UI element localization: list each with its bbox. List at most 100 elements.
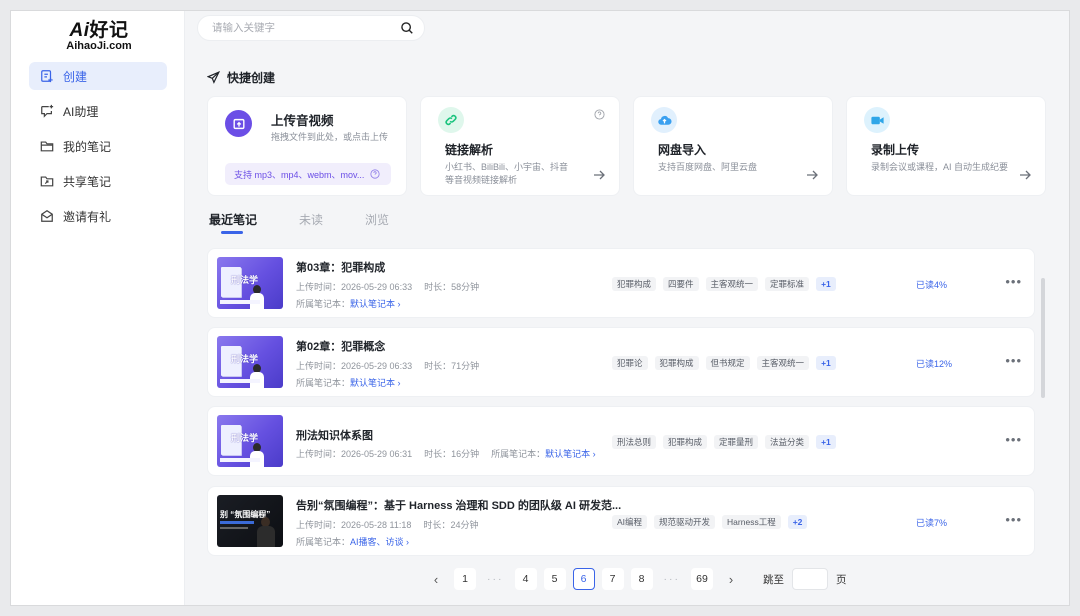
notebook-link[interactable]: 默认笔记本 ›: [350, 299, 401, 309]
read-progress: 已读4%: [916, 280, 948, 290]
tag[interactable]: 定罪标准: [765, 277, 810, 291]
current-page-button[interactable]: 6: [572, 568, 595, 590]
card-title: 录制上传: [871, 143, 920, 157]
sidebar-item-invite[interactable]: 邀请有礼: [29, 202, 167, 230]
help-icon[interactable]: [370, 169, 380, 179]
note-title[interactable]: 第02章：犯罪概念: [296, 338, 385, 354]
page-button[interactable]: 7: [601, 568, 624, 590]
notebook-link[interactable]: 默认笔记本 ›: [545, 449, 596, 459]
tag[interactable]: 主客观统一: [705, 277, 759, 291]
tag[interactable]: AI编程: [612, 515, 648, 529]
more-tags-badge[interactable]: +1: [816, 277, 836, 291]
sidebar: Ai好记 AihaoJi.com 创建 AI助理 我的笔记 共享笔记 邀请有礼: [11, 11, 185, 605]
tag[interactable]: 主客观统一: [756, 356, 810, 370]
page-jump-input[interactable]: [792, 568, 828, 590]
upload-time-label: 上传时间：: [296, 361, 342, 371]
tag[interactable]: 规范驱动开发: [654, 515, 716, 529]
envelope-icon: [40, 209, 54, 223]
note-tags: 刑法总则 犯罪构成 定罪量刑 法益分类 +1: [612, 435, 843, 449]
upload-card-desc: 拖拽文件到此处，或点击上传: [271, 132, 389, 142]
notebook-label: 所属笔记本：: [491, 449, 546, 459]
page-ellipsis[interactable]: ···: [660, 568, 685, 590]
duration: 58分钟: [451, 282, 480, 292]
tag[interactable]: 犯罪构成: [663, 435, 708, 449]
note-tags: 犯罪构成 四要件 主客观统一 定罪标准 +1: [612, 277, 843, 291]
tab-recent-notes[interactable]: 最近笔记: [209, 211, 257, 234]
tag[interactable]: 四要件: [663, 277, 699, 291]
tag[interactable]: 犯罪构成: [654, 356, 699, 370]
notebook-label: 所属笔记本：: [296, 537, 351, 547]
help-icon[interactable]: [594, 107, 605, 120]
duration-label: 时长：: [424, 361, 452, 371]
sidebar-item-ai-assistant[interactable]: AI助理: [29, 97, 167, 125]
netdisk-import-card[interactable]: 网盘导入 支持百度网盘、阿里云盘: [633, 96, 833, 196]
tag[interactable]: 犯罪论: [612, 356, 648, 370]
note-title[interactable]: 第03章：犯罪构成: [296, 259, 385, 275]
page-button[interactable]: 5: [543, 568, 566, 590]
more-options-icon[interactable]: •••: [1005, 353, 1022, 368]
pagination: ‹ 1 ··· 4 5 6 7 8 ··· 69 › 跳至 页: [425, 568, 847, 590]
more-tags-badge[interactable]: +2: [787, 515, 808, 529]
search-icon[interactable]: [400, 21, 414, 35]
tab-unread[interactable]: 未读: [299, 211, 323, 228]
sidebar-item-create[interactable]: 创建: [29, 62, 167, 90]
scrollbar[interactable]: [1041, 278, 1045, 398]
page-ellipsis[interactable]: ···: [483, 568, 508, 590]
more-options-icon[interactable]: •••: [1005, 432, 1022, 447]
more-tags-badge[interactable]: +1: [816, 435, 836, 449]
notebook-label: 所属笔记本：: [296, 378, 351, 388]
note-title[interactable]: 刑法知识体系图: [296, 427, 373, 443]
duration-label: 时长：: [424, 282, 452, 292]
search-input[interactable]: [212, 22, 400, 34]
list-item[interactable]: 刑法学 第02章：犯罪概念 上传时间：2026-05-29 06:33 时长：71…: [207, 327, 1035, 397]
record-upload-card[interactable]: 录制上传 录制会议或课程，AI 自动生成纪要: [846, 96, 1046, 196]
more-options-icon[interactable]: •••: [1005, 512, 1022, 527]
tag[interactable]: 犯罪构成: [612, 277, 657, 291]
prev-page-button[interactable]: ‹: [425, 568, 447, 590]
note-notebook: 所属笔记本：默认笔记本 ›: [296, 297, 401, 310]
note-notebook: 所属笔记本：默认笔记本 ›: [296, 376, 401, 389]
tab-browse[interactable]: 浏览: [365, 211, 389, 228]
create-icon: [40, 69, 54, 83]
tag[interactable]: Harness工程: [722, 515, 781, 529]
tag[interactable]: 刑法总则: [612, 435, 657, 449]
logo[interactable]: Ai好记 AihaoJi.com: [59, 15, 139, 52]
tag[interactable]: 但书规定: [705, 356, 750, 370]
list-item[interactable]: 别 “氛围编程” 告别“氛围编程”：基于 Harness 治理和 SDD 的团队…: [207, 486, 1035, 556]
jump-label: 跳至: [763, 573, 784, 586]
page-button[interactable]: 69: [691, 568, 713, 590]
notebook-link[interactable]: AI播客、访谈 ›: [350, 537, 409, 547]
page-button[interactable]: 1: [454, 568, 476, 590]
note-tags: AI编程 规范驱动开发 Harness工程 +2: [612, 515, 814, 529]
tag[interactable]: 定罪量刑: [714, 435, 759, 449]
supported-formats-text: 支持 mp3、mp4、webm、mov...: [234, 169, 365, 180]
supported-formats: 支持 mp3、mp4、webm、mov...: [225, 163, 391, 185]
sidebar-item-my-notes[interactable]: 我的笔记: [29, 132, 167, 160]
upload-card[interactable]: 上传音视频 拖拽文件到此处，或点击上传 支持 mp3、mp4、webm、mov.…: [207, 96, 407, 196]
upload-card-title: 上传音视频: [271, 114, 334, 128]
cloud-upload-icon: [651, 107, 677, 133]
page-button[interactable]: 4: [514, 568, 537, 590]
link-parse-card[interactable]: 链接解析 小红书、BiliBili、小宇宙、抖音等音视频链接解析: [420, 96, 620, 196]
notes-tabs: 最近笔记 未读 浏览: [209, 211, 431, 234]
duration: 24分钟: [450, 520, 479, 530]
notebook-link[interactable]: 默认笔记本 ›: [350, 378, 401, 388]
read-progress: 已读7%: [916, 518, 948, 528]
note-notebook: 所属笔记本：AI播客、访谈 ›: [296, 535, 409, 548]
upload-time: 2026-05-29 06:33: [341, 282, 413, 292]
logo-name: 好记: [89, 20, 129, 41]
note-title[interactable]: 告别“氛围编程”：基于 Harness 治理和 SDD 的团队级 AI 研发范.…: [296, 497, 621, 513]
more-tags-badge[interactable]: +1: [816, 356, 836, 370]
tag[interactable]: 法益分类: [765, 435, 810, 449]
list-item[interactable]: 刑法学 第03章：犯罪构成 上传时间：2026-05-29 06:33 时长：58…: [207, 248, 1035, 318]
next-page-button[interactable]: ›: [720, 568, 742, 590]
more-options-icon[interactable]: •••: [1005, 274, 1022, 289]
list-item[interactable]: 刑法学 刑法知识体系图 上传时间：2026-05-29 06:31 时长：16分钟…: [207, 406, 1035, 476]
upload-time: 2026-05-29 06:33: [341, 361, 413, 371]
note-thumbnail: 刑法学: [217, 336, 283, 388]
main-content: 快捷创建 上传音视频 拖拽文件到此处，或点击上传 支持 mp3、mp4、webm…: [185, 11, 1069, 605]
sidebar-item-shared-notes[interactable]: 共享笔记: [29, 167, 167, 195]
page-button[interactable]: 8: [630, 568, 653, 590]
arrow-right-icon: [1020, 170, 1031, 180]
duration-label: 时长：: [423, 520, 451, 530]
